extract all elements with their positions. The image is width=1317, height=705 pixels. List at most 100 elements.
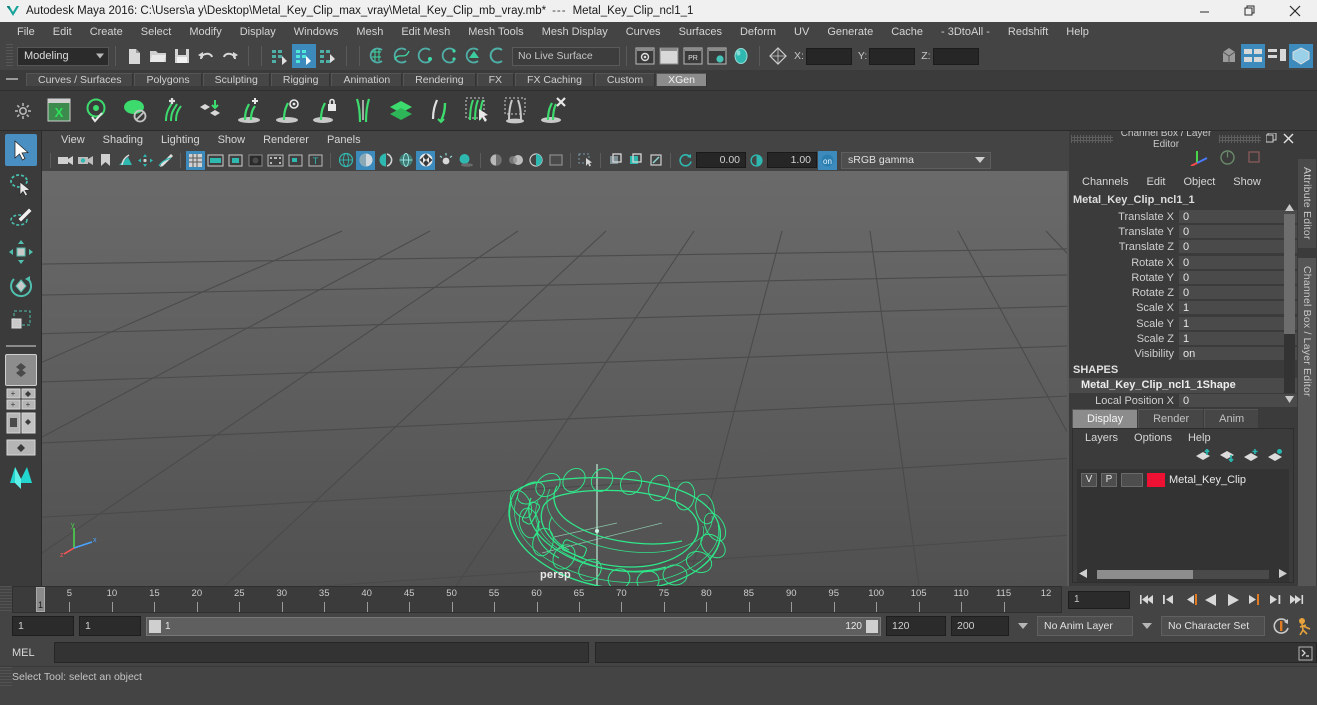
layer-list[interactable]: V P Metal_Key_Clip	[1077, 469, 1289, 582]
make-live-icon[interactable]	[486, 44, 510, 68]
playback-start-field[interactable]: 1	[79, 616, 141, 636]
move-layer-up-icon[interactable]	[1195, 448, 1211, 465]
new-layer-icon[interactable]	[1243, 449, 1259, 465]
undock-panel-icon[interactable]	[1265, 132, 1278, 145]
show-hide-tool-settings-icon[interactable]	[1265, 44, 1289, 68]
viewport-menu-shading[interactable]: Shading	[94, 134, 152, 146]
shelf-tab-rigging[interactable]: Rigging	[270, 73, 331, 86]
xgen-region-icon[interactable]	[500, 95, 532, 127]
layer-list-item[interactable]: V P Metal_Key_Clip	[1077, 469, 1289, 491]
screen-space-ao-icon[interactable]	[486, 151, 505, 170]
range-handle-right[interactable]	[866, 619, 878, 633]
film-gate-display-icon[interactable]	[266, 151, 285, 170]
safe-title-icon[interactable]: T	[306, 151, 325, 170]
channel-box-menu-show[interactable]: Show	[1224, 176, 1270, 188]
paint-select-tool-button[interactable]	[5, 202, 37, 234]
step-forward-frame-button[interactable]	[1243, 589, 1264, 610]
anim-layer-dropdown[interactable]: No Anim Layer	[1037, 616, 1133, 636]
image-plane-icon[interactable]	[116, 151, 135, 170]
panel-drag-handle-right[interactable]	[1219, 134, 1261, 143]
xgen-disable-preview-icon[interactable]	[120, 95, 152, 127]
go-to-start-button[interactable]	[1138, 589, 1159, 610]
render-view-icon[interactable]	[633, 44, 657, 68]
layout-hypershade-button[interactable]	[5, 460, 37, 490]
hscrollbar-thumb[interactable]	[1097, 570, 1194, 579]
rotate-tool-button[interactable]	[5, 270, 37, 302]
command-output-field[interactable]	[595, 642, 1317, 663]
3d-viewport[interactable]: y x z persp	[42, 171, 1069, 586]
channel-value-field[interactable]: 1	[1179, 332, 1297, 347]
field-chart-icon[interactable]	[286, 151, 305, 170]
show-hide-attribute-editor-icon[interactable]	[1241, 44, 1265, 68]
menu-modify[interactable]: Modify	[180, 22, 230, 42]
isolate-select-icon[interactable]	[576, 151, 595, 170]
animation-preferences-button[interactable]	[1296, 616, 1317, 637]
hypershade-icon[interactable]	[729, 44, 753, 68]
auto-keyframe-toggle[interactable]	[1270, 616, 1291, 637]
select-by-object-type-icon[interactable]	[292, 44, 316, 68]
channel-row[interactable]: Translate Z 0	[1069, 240, 1297, 255]
character-set-dropdown[interactable]: No Character Set	[1161, 616, 1265, 636]
wireframe-on-shaded-icon[interactable]	[396, 151, 415, 170]
command-input-field[interactable]	[54, 642, 590, 663]
exposure-reset-icon[interactable]	[676, 151, 695, 170]
shelf-tab-custom[interactable]: Custom	[594, 73, 656, 86]
open-scene-icon[interactable]	[146, 44, 170, 68]
menu-display[interactable]: Display	[231, 22, 285, 42]
move-tool-button[interactable]	[5, 236, 37, 268]
multisample-aa-icon[interactable]	[526, 151, 545, 170]
xgen-delete-guides-icon[interactable]	[538, 95, 570, 127]
grid-toggle-icon[interactable]	[186, 150, 205, 170]
layer-name[interactable]: Metal_Key_Clip	[1169, 474, 1246, 486]
shelf-tab-fx-caching[interactable]: FX Caching	[515, 73, 594, 86]
select-camera-icon[interactable]	[56, 151, 75, 170]
gate-mask-icon[interactable]	[246, 151, 265, 170]
menu-uv[interactable]: UV	[785, 22, 818, 42]
layer-type-toggle[interactable]	[1121, 473, 1143, 487]
scroll-right-icon[interactable]	[1279, 568, 1287, 581]
layout-four-view-button[interactable]: + + +	[6, 388, 36, 410]
viewport-menu-view[interactable]: View	[52, 134, 94, 146]
chevron-down-icon[interactable]	[1018, 623, 1028, 629]
close-button[interactable]	[1272, 0, 1317, 22]
menu-file[interactable]: File	[8, 22, 44, 42]
lasso-select-tool-button[interactable]	[5, 168, 37, 200]
channel-row[interactable]: Visibility on	[1069, 347, 1297, 362]
show-hide-modeling-toolkit-icon[interactable]	[1217, 44, 1241, 68]
shelf-tab-animation[interactable]: Animation	[331, 73, 403, 86]
channel-row[interactable]: Local Position X 0	[1069, 393, 1297, 407]
layout-outliner-persp-button[interactable]	[6, 412, 36, 434]
panel-drag-handle[interactable]	[1071, 134, 1113, 143]
channel-box-scrollbar[interactable]	[1284, 202, 1295, 405]
channel-row[interactable]: Scale Y 1	[1069, 316, 1297, 331]
xgen-preview-icon[interactable]	[82, 95, 114, 127]
layout-single-perspective-button[interactable]	[4, 354, 37, 386]
viewport-menu-renderer[interactable]: Renderer	[254, 134, 318, 146]
use-all-lights-icon[interactable]	[436, 151, 455, 170]
maximize-restore-button[interactable]	[1227, 0, 1272, 22]
menu-curves[interactable]: Curves	[617, 22, 670, 42]
xgen-add-guides-icon[interactable]	[158, 95, 190, 127]
shelf-tab-fx[interactable]: FX	[476, 73, 515, 86]
channel-value-field[interactable]: 1	[1179, 301, 1297, 316]
side-tab-channel-box-layer-editor[interactable]: Channel Box / Layer Editor	[1298, 257, 1316, 586]
viewport-menu-lighting[interactable]: Lighting	[152, 134, 209, 146]
layer-visibility-toggle[interactable]: V	[1081, 473, 1097, 487]
exposure-field[interactable]: 0.00	[696, 152, 746, 168]
toolbar-grip[interactable]	[6, 44, 13, 68]
snap-to-grid-icon[interactable]	[366, 44, 390, 68]
channel-value-field[interactable]: 0	[1179, 255, 1297, 270]
wireframe-shading-icon[interactable]	[336, 151, 355, 170]
channel-value-field[interactable]: 0	[1179, 240, 1297, 255]
live-surface-field[interactable]: No Live Surface	[512, 46, 620, 66]
gamma-reset-icon[interactable]	[747, 151, 766, 170]
xgen-transfer-icon[interactable]	[424, 95, 456, 127]
channel-row[interactable]: Rotate Z 0	[1069, 285, 1297, 301]
play-backwards-button[interactable]	[1201, 589, 1222, 610]
smooth-shade-all-icon[interactable]	[356, 150, 375, 170]
channel-value-field[interactable]: 0	[1179, 393, 1297, 407]
range-slider[interactable]: 1 120	[146, 616, 881, 636]
new-scene-icon[interactable]	[122, 44, 146, 68]
scale-tool-button[interactable]	[5, 304, 37, 336]
save-scene-icon[interactable]	[170, 44, 194, 68]
